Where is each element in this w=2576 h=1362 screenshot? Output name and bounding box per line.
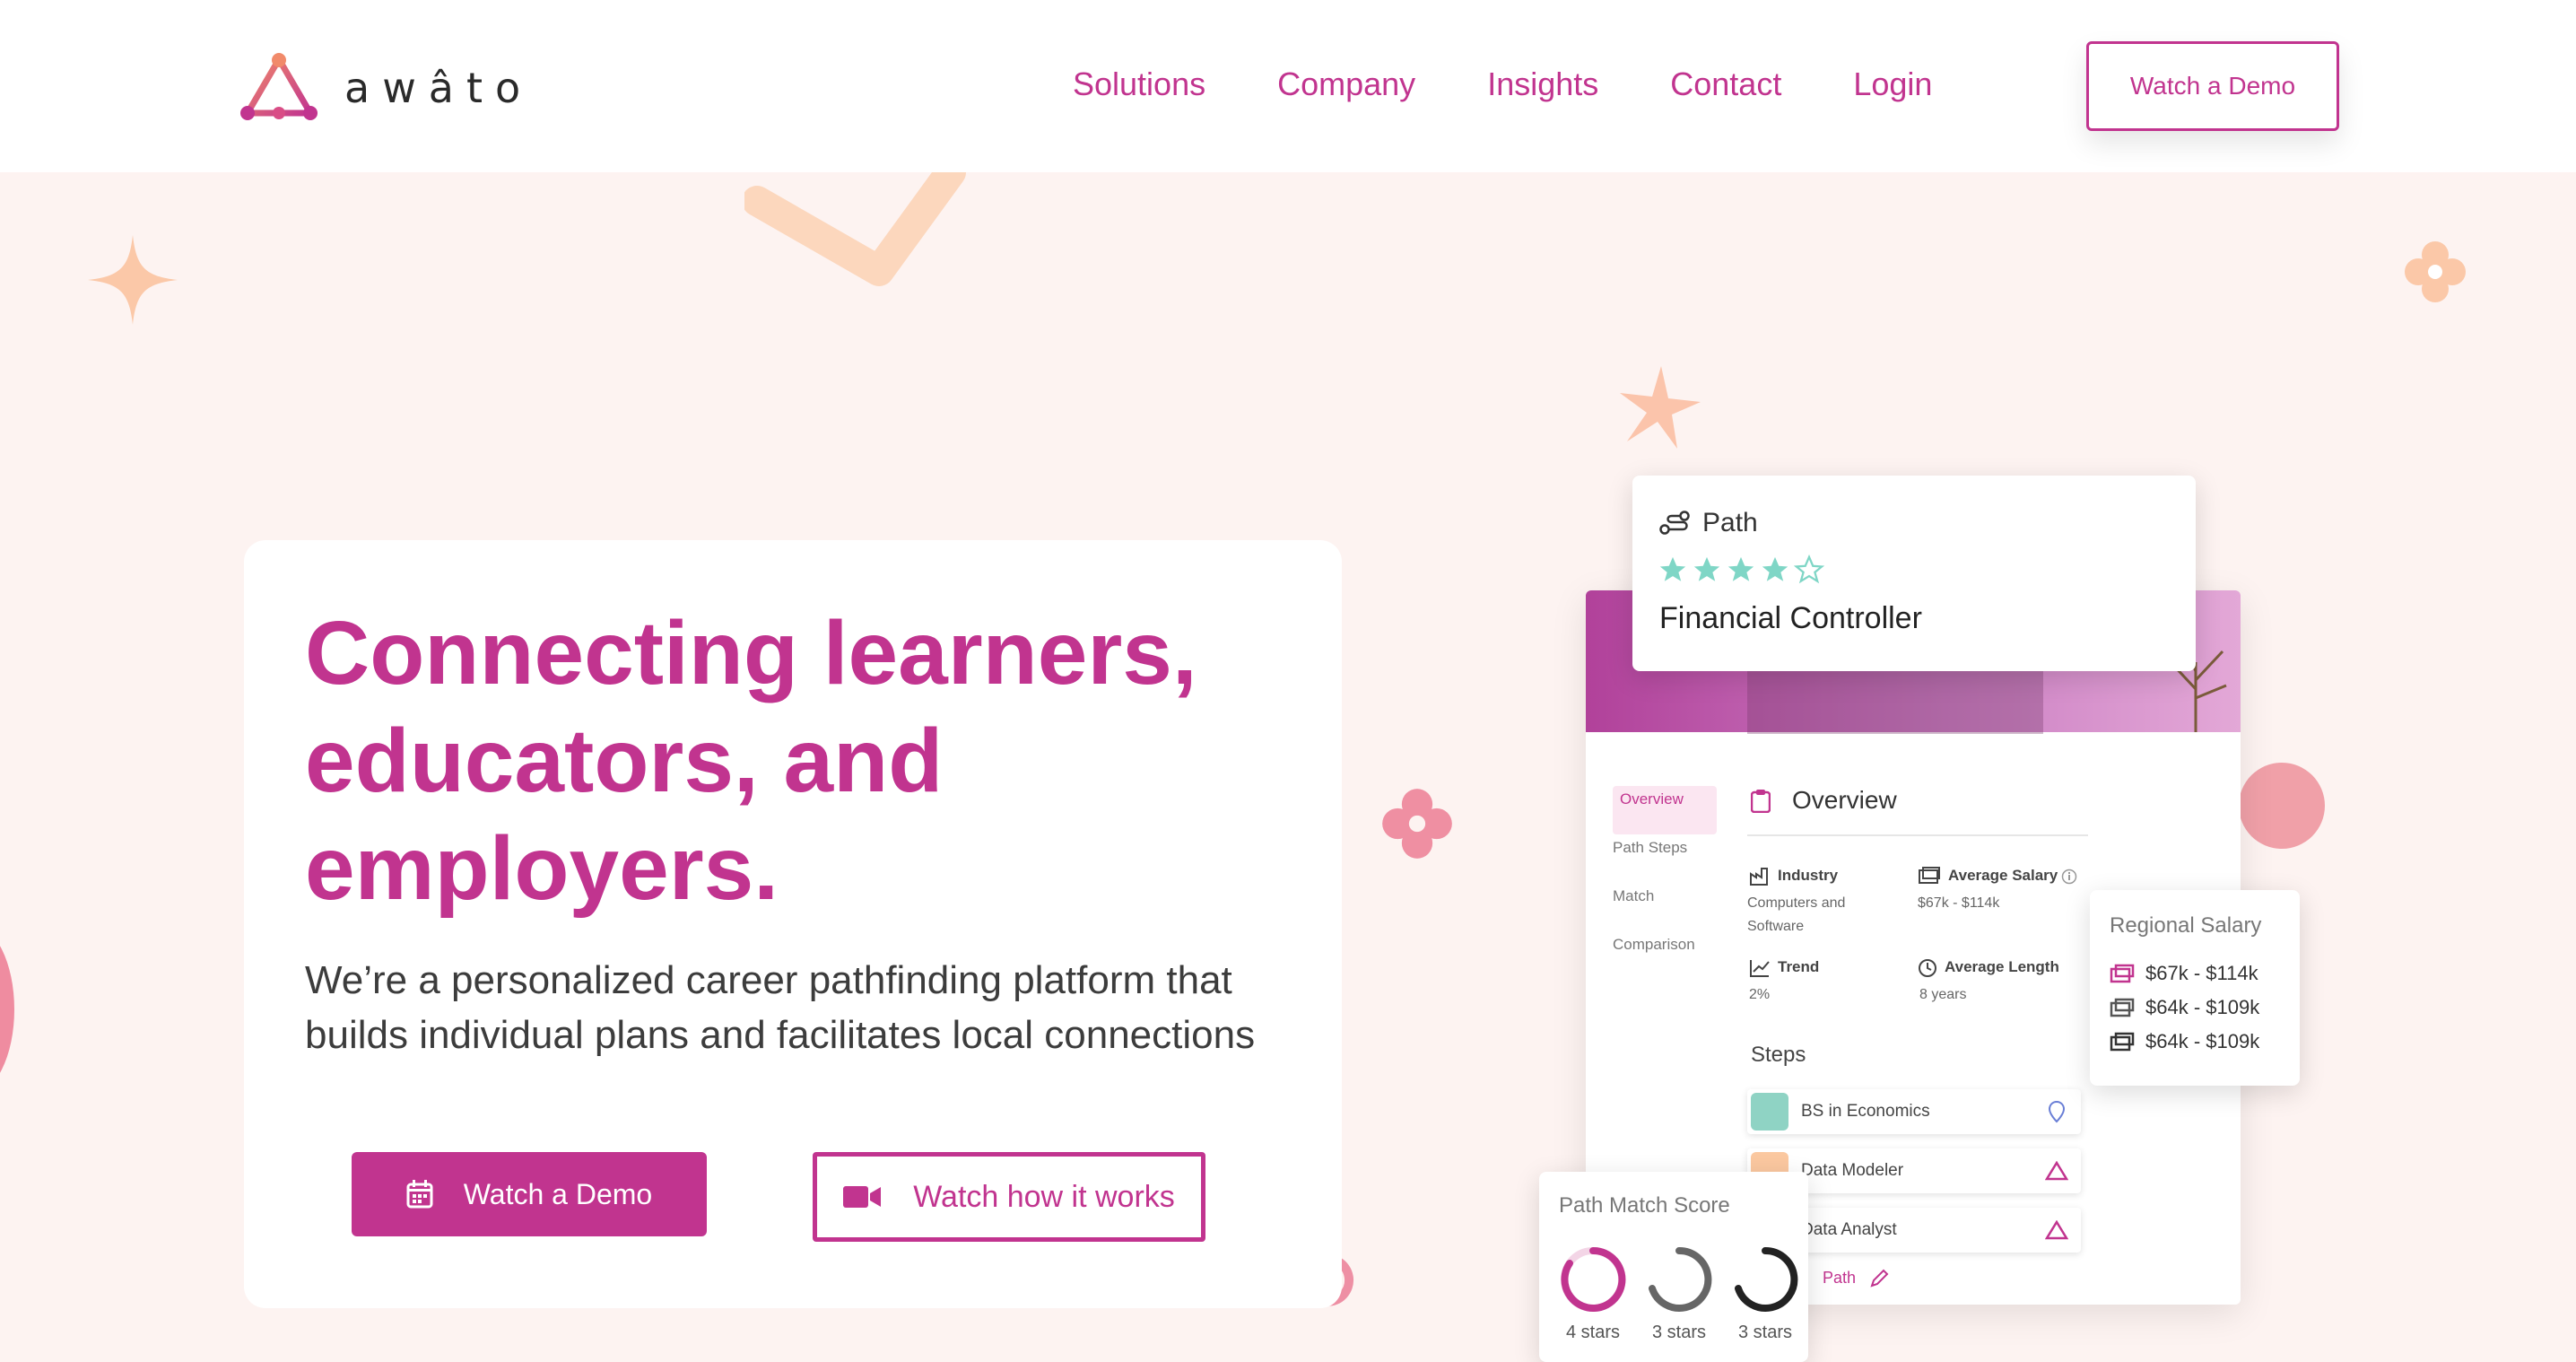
match-score-title: Path Match Score xyxy=(1559,1193,1730,1218)
hero-card: Connecting learners, educators, and empl… xyxy=(244,540,1342,1308)
hero-title-line: educators, and xyxy=(305,711,944,811)
pink-half-circle-shape xyxy=(0,924,14,1095)
industry-label: Industry xyxy=(1778,867,1839,884)
hero-title-line: employers. xyxy=(305,818,779,919)
sidebar-item-match[interactable]: Match xyxy=(1613,883,1717,931)
brand-wordmark: awâto xyxy=(344,64,534,112)
calendar-icon xyxy=(406,1180,433,1209)
location-pin-icon xyxy=(2048,1100,2066,1123)
video-camera-icon xyxy=(843,1184,882,1209)
step-label: BS in Economics xyxy=(1801,1102,1930,1121)
trend-value: 2% xyxy=(1749,987,1771,1002)
match-ring-icon xyxy=(1649,1246,1712,1312)
site-header: awâto Solutions Company Insights Contact… xyxy=(0,0,2576,172)
clipboard-icon xyxy=(1751,790,1771,813)
match-ring-icon xyxy=(1561,1246,1626,1312)
salary-range: $64k - $109k xyxy=(2145,996,2260,1018)
avg-length-value: 8 years xyxy=(1919,987,1967,1002)
flower-shape-icon xyxy=(1382,789,1452,859)
avg-salary-label: Average Salary xyxy=(1948,867,2058,884)
salary-range: $64k - $109k xyxy=(2145,1030,2260,1052)
sidebar-item-overview[interactable]: Overview xyxy=(1613,786,1717,834)
step-label: Data Analyst xyxy=(1801,1220,1897,1239)
banner-picture-frames xyxy=(1747,671,2043,734)
hero-title-line: Connecting learners, xyxy=(305,603,1197,703)
brand-logo[interactable]: awâto xyxy=(237,52,533,124)
watch-demo-button[interactable]: Watch a Demo xyxy=(352,1152,707,1236)
sidebar-item-comparison[interactable]: Comparison xyxy=(1613,931,1717,980)
step-label: Data Modeler xyxy=(1801,1161,1904,1180)
overview-heading: Overview xyxy=(1792,786,1897,814)
path-card-title: Path xyxy=(1702,508,1758,537)
match-ring-icon xyxy=(1735,1246,1798,1312)
avg-salary-value: $67k - $114k xyxy=(1918,895,2000,911)
star-filled-icon xyxy=(1659,556,1686,581)
watch-demo-label: Watch a Demo xyxy=(463,1177,653,1210)
industry-value-line: Software xyxy=(1747,919,1805,934)
path-route-icon xyxy=(1659,511,1690,535)
steps-heading: Steps xyxy=(1751,1043,1806,1067)
star-filled-icon xyxy=(1727,556,1754,581)
path-link[interactable]: Path xyxy=(1823,1269,1856,1288)
awato-logo-icon xyxy=(2045,1161,2068,1181)
nav-company[interactable]: Company xyxy=(1277,63,1415,106)
factory-icon xyxy=(1750,868,1768,886)
star-filled-icon xyxy=(1762,556,1788,581)
education-icon xyxy=(1751,1093,1788,1131)
awato-logo-icon xyxy=(240,53,318,120)
awato-logo-icon xyxy=(2045,1220,2068,1240)
hero-subtitle-line: builds individual plans and facilitates … xyxy=(305,1013,1256,1057)
salary-row: $64k - $109k xyxy=(2110,1030,2259,1053)
hero-title: Connecting learners, educators, and empl… xyxy=(305,599,1292,922)
nav-login[interactable]: Login xyxy=(1853,63,1932,106)
trend-chart-icon xyxy=(1750,960,1770,977)
pencil-icon xyxy=(1870,1269,1889,1288)
money-icon xyxy=(2110,964,2135,983)
star-outline-icon xyxy=(1794,554,1824,584)
salary-row: $64k - $109k xyxy=(2110,996,2259,1019)
clock-icon xyxy=(1919,959,1936,977)
industry-value: Computers and Software xyxy=(1747,892,1845,939)
money-icon xyxy=(2110,1032,2135,1052)
path-card[interactable]: Path Financial Controller xyxy=(1632,476,2196,671)
regional-salary-card: Regional Salary $67k - $114k $64k - $109… xyxy=(2090,890,2300,1086)
peach-chevron-shape xyxy=(744,172,966,286)
trend-label: Trend xyxy=(1778,958,1820,975)
mockup-sidebar: Overview Path Steps Match Comparison xyxy=(1613,786,1717,980)
money-icon xyxy=(2110,998,2135,1017)
watch-how-it-works-button[interactable]: Watch how it works xyxy=(813,1152,1205,1242)
overview-divider xyxy=(1747,834,2088,836)
avg-length-label: Average Length xyxy=(1945,958,2059,975)
info-icon xyxy=(2061,869,2077,885)
path-role-title: Financial Controller xyxy=(1659,601,1922,635)
nav-insights[interactable]: Insights xyxy=(1487,63,1598,106)
header-watch-demo-button[interactable]: Watch a Demo xyxy=(2086,41,2339,131)
match-score-label: 4 stars xyxy=(1565,1323,1621,1342)
sparkle-star-icon xyxy=(88,235,178,325)
salary-row: $67k - $114k xyxy=(2110,962,2258,985)
hero-subtitle-line: We’re a personalized career pathfinding … xyxy=(305,958,1232,1002)
nav-contact[interactable]: Contact xyxy=(1670,63,1781,106)
salary-range: $67k - $114k xyxy=(2145,962,2258,984)
money-icon xyxy=(1919,867,1940,884)
sidebar-item-path-steps[interactable]: Path Steps xyxy=(1613,834,1717,883)
step-row[interactable]: BS in Economics xyxy=(1747,1089,2081,1134)
flower-shape-icon xyxy=(2405,241,2466,302)
star-filled-icon xyxy=(1693,556,1720,581)
match-score-label: 3 stars xyxy=(1651,1323,1707,1342)
sparkle-star-icon xyxy=(1620,366,1701,449)
pink-circle-shape xyxy=(2239,763,2325,849)
hero-subtitle: We’re a personalized career pathfinding … xyxy=(305,953,1310,1062)
path-match-score-card: Path Match Score 4 stars 3 stars 3 stars xyxy=(1539,1172,1808,1362)
industry-value-line: Computers and xyxy=(1747,895,1846,911)
nav-solutions[interactable]: Solutions xyxy=(1073,63,1205,106)
match-score-label: 3 stars xyxy=(1737,1323,1793,1342)
main-nav: Solutions Company Insights Contact Login xyxy=(1073,63,1932,106)
star-rating xyxy=(1658,554,1828,585)
regional-salary-title: Regional Salary xyxy=(2110,913,2262,938)
watch-how-label: Watch how it works xyxy=(913,1179,1175,1214)
